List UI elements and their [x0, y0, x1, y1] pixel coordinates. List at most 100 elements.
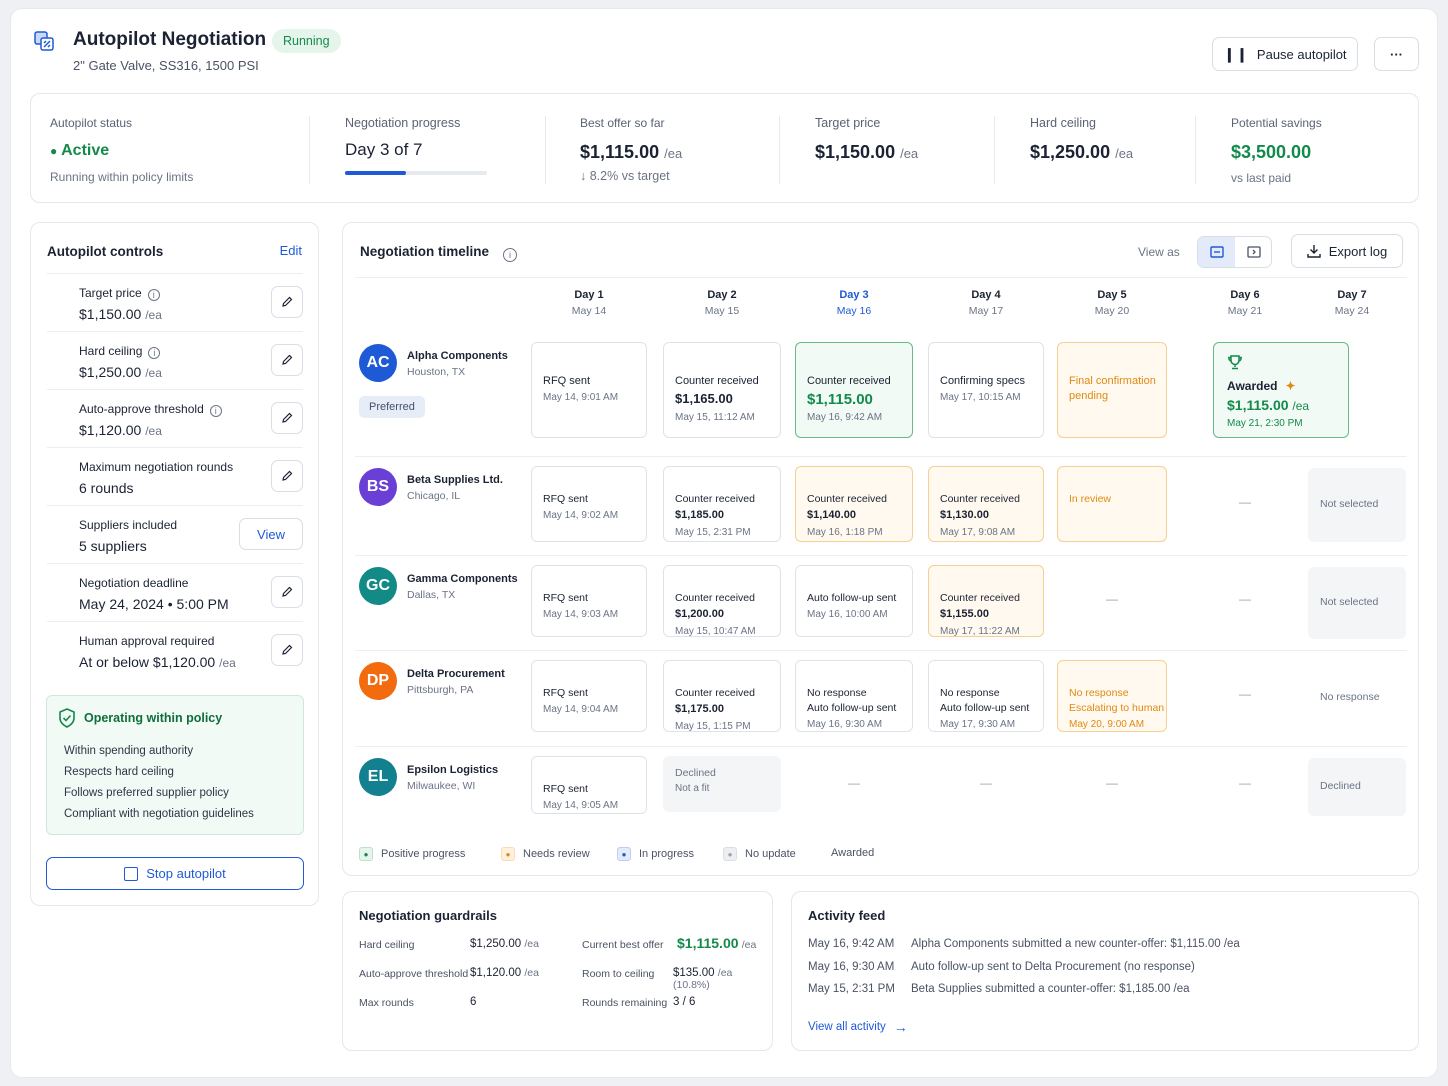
legend-label: In progress — [639, 848, 695, 860]
timeline-cell[interactable]: RFQ sent May 14, 9:01 AM — [531, 342, 647, 438]
unit: /ea — [741, 939, 757, 951]
control-value: 6 rounds — [79, 480, 133, 496]
mail-icon — [543, 353, 557, 365]
control-value: $1,150.00 /ea — [79, 306, 162, 322]
view-suppliers-button[interactable]: View — [239, 518, 303, 550]
supplier-name[interactable]: Beta Supplies Ltd. — [407, 474, 503, 486]
pencil-icon — [282, 586, 293, 597]
pending-clock-icon — [889, 526, 902, 539]
timeline-cell[interactable]: Counter received $1,130.00 May 17, 9:08 AM — [928, 466, 1044, 542]
timeline-cell[interactable]: RFQ sent May 14, 9:03 AM — [531, 565, 647, 637]
auto-approve-clock-icon — [49, 406, 65, 422]
grid-view-button[interactable] — [1236, 237, 1272, 267]
check-circle-icon — [889, 411, 902, 424]
timeline-cell[interactable]: Counter received $1,165.00 May 15, 11:12 A… — [663, 342, 781, 438]
supplier-name[interactable]: Delta Procurement — [407, 668, 505, 680]
clock-icon — [1069, 671, 1083, 683]
timeline-cell[interactable]: In review — [1057, 466, 1167, 542]
timeline-cell[interactable]: Counter received $1,155.00 May 17, 11:22 A… — [928, 565, 1044, 637]
info-icon[interactable]: i — [497, 244, 517, 262]
timeline-cell[interactable]: RFQ sent May 14, 9:04 AM — [531, 660, 647, 732]
panel-title: Negotiation timeline — [360, 244, 490, 259]
timeline-cell[interactable]: Declined — [1308, 758, 1406, 816]
metric-best-offer: Best offer so far $1,115.00 /ea ↓ 8.2% v… — [580, 116, 682, 183]
export-log-button[interactable]: Export log — [1291, 234, 1403, 268]
supplier-name[interactable]: Epsilon Logistics — [407, 764, 498, 776]
day-date: May 20 — [1094, 305, 1130, 317]
timeline-cell[interactable]: Counter received $1,185.00 May 15, 2:31 PM — [663, 466, 781, 542]
shield-check-icon — [59, 708, 75, 728]
check-circle-icon — [757, 526, 770, 539]
human-approval-icon — [49, 638, 65, 654]
timeline-view-button[interactable] — [1198, 237, 1235, 267]
pause-autopilot-button[interactable]: ❙❙ Pause autopilot — [1212, 37, 1358, 71]
policy-title: Operating within policy — [84, 711, 223, 725]
timeline-cell[interactable]: No response Auto follow-up sent May 17, 9:… — [928, 660, 1044, 732]
running-status-badge: Running — [272, 29, 341, 53]
cell-price: $1,115.00 — [807, 391, 873, 408]
edit-human-approval-required-button[interactable] — [271, 634, 303, 666]
cell-status: No response — [940, 687, 1000, 699]
timeline-cell[interactable]: Final confirmation pending — [1057, 342, 1167, 438]
supplier-name[interactable]: Gamma Components — [407, 573, 518, 585]
info-icon[interactable]: i — [209, 405, 222, 417]
info-icon[interactable]: i — [147, 289, 160, 301]
awarded-cell[interactable]: Awarded ✦ $1,115.00 /ea May 21, 2:30 PM — [1213, 342, 1349, 438]
edit-negotiation-deadline-button[interactable] — [271, 576, 303, 608]
pencil-icon — [282, 644, 293, 655]
arrow-right-icon — [782, 385, 794, 395]
timeline-cell[interactable]: RFQ sent May 14, 9:05 AM — [531, 756, 647, 814]
timeline-cell[interactable]: Counter received $1,175.00 May 15, 1:15 PM — [663, 660, 781, 732]
more-options-button[interactable]: ··· — [1374, 37, 1419, 71]
timeline-cell[interactable]: No response Escalating to human May 20, 9:… — [1057, 660, 1167, 732]
control-title-text: Hard ceiling — [79, 344, 143, 358]
timeline-cell[interactable]: Confirming specs May 17, 10:15 AM — [928, 342, 1044, 438]
no-update-dash: — — [1239, 776, 1251, 790]
supplier-location: Dallas, TX — [407, 589, 456, 601]
cell-price: $1,200.00 — [675, 608, 724, 620]
edit-hard-ceiling-button[interactable] — [271, 344, 303, 376]
edit-maximum-negotiation-rounds-button[interactable] — [271, 460, 303, 492]
more-icon: ··· — [1390, 46, 1403, 62]
timeline-cell[interactable]: Auto follow-up sent May 16, 10:00 AM — [795, 565, 913, 637]
edit-controls-link[interactable]: Edit — [280, 243, 302, 258]
mail-icon — [543, 767, 557, 779]
control-title-text: Maximum negotiation rounds — [79, 460, 234, 474]
stop-autopilot-button[interactable]: Stop autopilot — [46, 857, 304, 890]
timeline-cell[interactable]: Counter received $1,140.00 May 16, 1:18 PM — [795, 466, 913, 542]
control-hard-ceiling: Hard ceiling i $1,250.00 /ea — [47, 331, 303, 389]
info-icon[interactable]: i — [148, 347, 161, 359]
cell-timestamp: May 15, 11:12 AM — [675, 412, 755, 423]
no-update-dash: — — [1106, 592, 1118, 606]
check-circle-icon — [757, 720, 770, 733]
cell-status: No response — [1069, 687, 1129, 699]
cell-status-detail: Escalating to human — [1069, 702, 1165, 714]
guardrail-label: Rounds remaining — [582, 997, 668, 1009]
guardrail-label: Max rounds — [359, 997, 414, 1009]
negotiation-app-icon — [34, 31, 54, 51]
edit-target-price-button[interactable] — [271, 286, 303, 318]
unit: /ea — [145, 424, 162, 438]
timeline-cell[interactable]: Not selected — [1308, 468, 1406, 542]
cell-status: Confirming specs — [940, 375, 1025, 387]
timeline-cell[interactable]: RFQ sent May 14, 9:02 AM — [531, 466, 647, 542]
awarded-price: $1,115.00 /ea — [1227, 397, 1309, 413]
vs-target: 8.2% vs target — [589, 169, 670, 183]
rounds-history-icon — [49, 464, 65, 480]
supplier-name[interactable]: Alpha Components — [407, 350, 508, 362]
control-title-text: Human approval required — [79, 634, 215, 648]
cell-status: RFQ sent — [543, 687, 588, 699]
timeline-cell[interactable]: Counter received $1,115.00 May 16, 9:42 AM — [795, 342, 913, 438]
cell-status: Final confirmation — [1069, 375, 1156, 387]
edit-auto-approve-threshold-button[interactable] — [271, 402, 303, 434]
cell-status: No response — [807, 687, 867, 699]
timeline-cell[interactable]: Declined Not a fit — [663, 756, 781, 812]
view-all-activity-link[interactable]: View all activity → — [808, 1019, 908, 1035]
timeline-cell[interactable]: No response — [1308, 662, 1406, 734]
guardrail-value: 6 — [470, 996, 476, 1008]
legend-item: ● In progress — [617, 847, 694, 861]
timeline-cell[interactable]: Counter received $1,200.00 May 15, 10:47 A… — [663, 565, 781, 637]
unit: /ea — [900, 146, 919, 161]
timeline-cell[interactable]: No response Auto follow-up sent May 16, 9:… — [795, 660, 913, 732]
timeline-cell[interactable]: Not selected — [1308, 567, 1406, 639]
